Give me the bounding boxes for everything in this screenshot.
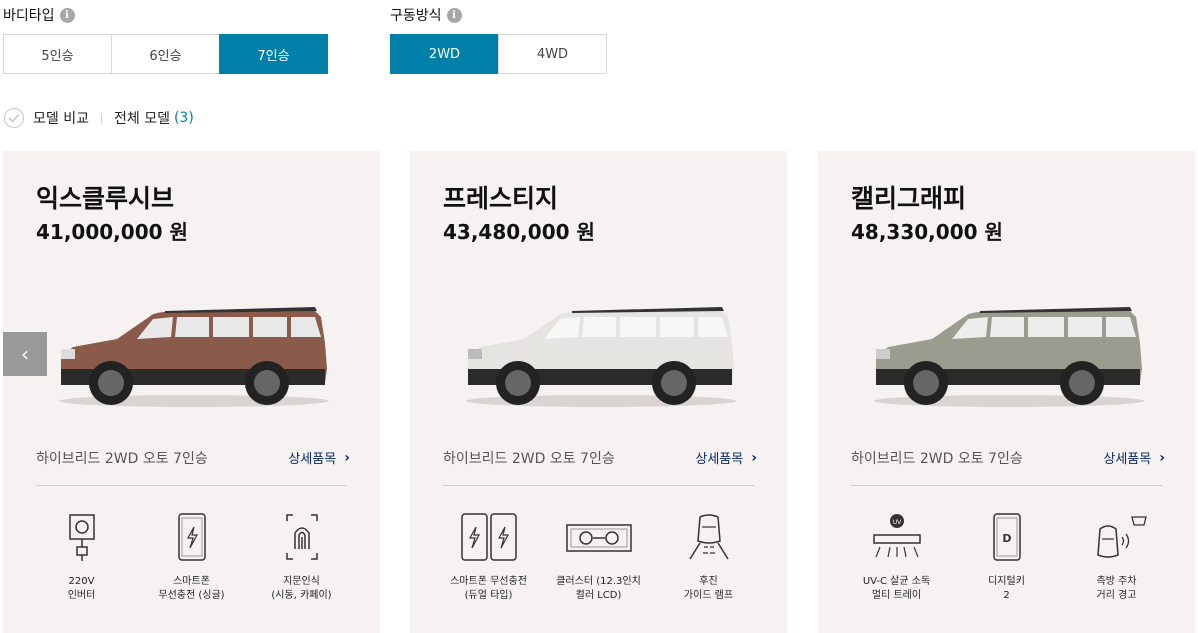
body-type-label: 바디타입 (3, 8, 55, 24)
detail-link[interactable]: 상세품목 › (1103, 448, 1165, 468)
detail-link[interactable]: 상세품목 › (695, 448, 757, 468)
feature-label: 측방 주차 거리 경고 (1096, 576, 1137, 601)
chevron-right-icon: › (751, 449, 757, 466)
car-image (874, 307, 1144, 407)
compare-row: 모델 비교 전체 모델 (3) (4, 108, 194, 128)
drive-filter: 구동방식 i 2WD 4WD (390, 4, 607, 74)
drive-label-row: 구동방식 i (390, 4, 607, 26)
info-icon[interactable]: i (446, 7, 462, 23)
body-type-7-seat-button[interactable]: 7인승 (219, 34, 328, 74)
wireless-charging-icon (177, 513, 206, 561)
side-parking-warning-icon (1096, 516, 1147, 558)
feature-label: 220V 인버터 (67, 576, 96, 601)
detail-link[interactable]: 상세품목 › (288, 448, 350, 468)
feature-list: 스마트폰 무선충전 (듀얼 타입) 클러스터 (12.3인치 컬러 LCD) 후… (436, 513, 761, 603)
feature-label: UV-C 살균 소독 멀티 트레이 (862, 576, 931, 601)
model-name: 익스클루시브 (36, 184, 175, 213)
dual-wireless-charging-icon (460, 513, 517, 561)
feature-label: 지문인식 (시동, 카페이) (271, 576, 332, 601)
card-divider (443, 485, 754, 486)
feature-item: UV UV-C 살균 소독 멀티 트레이 (844, 513, 949, 603)
feature-label: 스마트폰 무선충전 (듀얼 타입) (450, 576, 527, 601)
chevron-left-icon: ‹ (21, 342, 29, 366)
carousel-prev-button[interactable]: ‹ (3, 332, 47, 376)
car-image (466, 307, 736, 407)
divider (100, 112, 102, 124)
trim-label: 하이브리드 2WD 오토 7인승 (443, 451, 615, 467)
model-price: 43,480,000 원 (443, 220, 595, 244)
all-models-label: 전체 모델 (113, 111, 170, 127)
drive-2wd-button[interactable]: 2WD (390, 34, 499, 74)
trim-label: 하이브리드 2WD 오토 7인승 (851, 451, 1023, 467)
info-icon[interactable]: i (59, 7, 75, 23)
feature-item: 지문인식 (시동, 카페이) (249, 513, 354, 603)
feature-item: 스마트폰 무선충전 (싱글) (139, 513, 244, 603)
model-card-calligraphy[interactable]: 캘리그래피 48,330,000 원 하이브리드 2WD 오토 7인승 상세품목… (818, 151, 1195, 633)
drive-segment: 2WD 4WD (390, 34, 607, 74)
body-type-filter: 바디타입 i 5인승 6인승 7인승 (3, 4, 328, 74)
feature-item: 측방 주차 거리 경고 (1064, 513, 1169, 603)
drive-4wd-button[interactable]: 4WD (498, 34, 607, 74)
model-name: 캘리그래피 (851, 184, 967, 213)
detail-link-label: 상세품목 (695, 452, 744, 467)
model-price: 41,000,000 원 (36, 220, 188, 244)
feature-list: 220V 인버터 스마트폰 무선충전 (싱글) 지문인식 (시동, 카페이) (29, 513, 354, 603)
chevron-right-icon: › (1159, 449, 1165, 466)
model-name: 프레스티지 (443, 184, 559, 213)
feature-label: 클러스터 (12.3인치 컬러 LCD) (556, 576, 641, 601)
drive-label: 구동방식 (390, 8, 442, 24)
compare-label[interactable]: 모델 비교 (33, 108, 89, 128)
card-divider (851, 485, 1162, 486)
feature-item: D 디지털키 2 (954, 513, 1059, 603)
feature-item: 후진 가이드 램프 (656, 513, 761, 603)
feature-label: 후진 가이드 램프 (683, 576, 734, 601)
car-image (59, 307, 329, 407)
fingerprint-icon (285, 514, 318, 560)
digital-key-icon: D (992, 513, 1021, 561)
cluster-display-icon (565, 524, 632, 552)
power-outlet-icon (68, 514, 95, 561)
detail-link-label: 상세품목 (1103, 452, 1152, 467)
feature-item: 클러스터 (12.3인치 컬러 LCD) (546, 513, 651, 603)
model-count: (3) (173, 110, 194, 126)
card-divider (36, 485, 347, 486)
body-type-segment: 5인승 6인승 7인승 (3, 34, 328, 74)
body-type-6-seat-button[interactable]: 6인승 (111, 34, 220, 74)
model-card-prestige[interactable]: 프레스티지 43,480,000 원 하이브리드 2WD 오토 7인승 상세품목… (410, 151, 787, 633)
svg-text:D: D (1002, 532, 1011, 545)
reverse-guide-lamp-icon (688, 514, 729, 560)
feature-item: 220V 인버터 (29, 513, 134, 603)
model-price: 48,330,000 원 (851, 220, 1003, 244)
trim-label: 하이브리드 2WD 오토 7인승 (36, 451, 208, 467)
feature-label: 디지털키 2 (988, 576, 1025, 601)
body-type-5-seat-button[interactable]: 5인승 (3, 34, 112, 74)
uv-c-sterilizer-icon: UV (872, 514, 921, 558)
detail-link-label: 상세품목 (288, 452, 337, 467)
svg-text:UV: UV (892, 519, 901, 526)
feature-item: 스마트폰 무선충전 (듀얼 타입) (436, 513, 541, 603)
model-card-exclusive[interactable]: 익스클루시브 41,000,000 원 하이브리드 2WD 오토 7인승 상세품… (3, 151, 380, 633)
body-type-label-row: 바디타입 i (3, 4, 328, 26)
feature-list: UV UV-C 살균 소독 멀티 트레이 D 디지털키 2 측방 주차 거리 경… (844, 513, 1169, 603)
chevron-right-icon: › (344, 449, 350, 466)
compare-check-icon[interactable] (4, 108, 24, 128)
feature-label: 스마트폰 무선충전 (싱글) (158, 576, 225, 601)
